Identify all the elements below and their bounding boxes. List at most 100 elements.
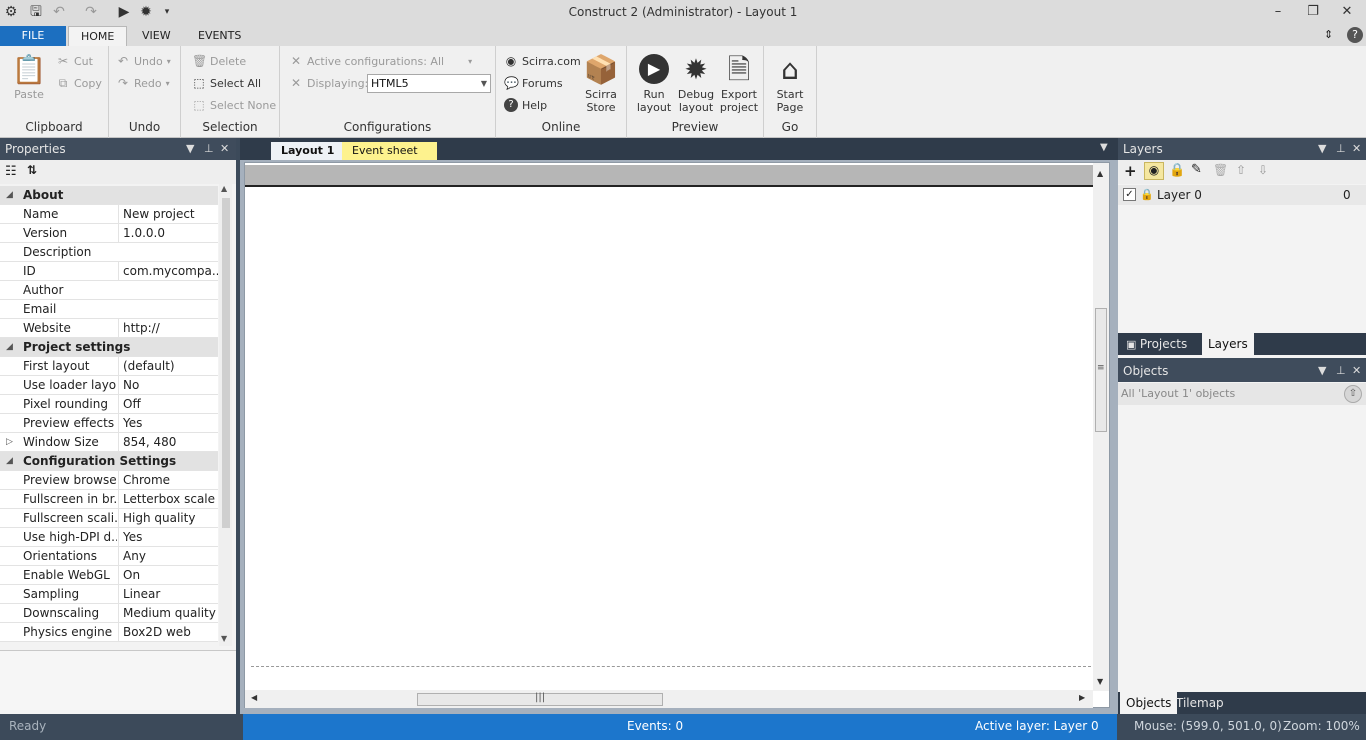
select-none-button[interactable]: ⬚ Select None [192,98,276,112]
export-project-button[interactable]: 🗎 Export project [719,52,759,114]
tab-event-sheet-1[interactable]: Event sheet 1 [342,142,437,175]
property-value[interactable]: Yes [118,414,218,433]
property-row[interactable]: ▷ Window Size 854, 480 [0,433,218,452]
panel-close-icon[interactable]: ✕ [1352,360,1361,382]
panel-menu-icon[interactable]: ▼ [1318,138,1326,160]
tab-projects[interactable]: ▣ Projects [1120,333,1193,355]
property-row[interactable]: Version 1.0.0.0 [0,224,218,243]
maximize-button[interactable]: ❐ [1299,3,1327,21]
horizontal-scrollbar[interactable]: ◀ ||| ▶ [245,690,1093,708]
scroll-up-icon[interactable]: ▲ [1097,169,1103,178]
tab-layers[interactable]: Layers [1202,333,1254,355]
property-value[interactable]: Letterbox scale [118,490,218,509]
property-value[interactable]: Box2D web [118,623,218,642]
property-row[interactable]: Use loader layo... No [0,376,218,395]
property-value[interactable]: Medium quality [118,604,218,623]
help-button[interactable]: ? [1347,27,1363,43]
property-category[interactable]: ◢ Project settings [0,338,218,357]
property-row[interactable]: Preview effects Yes [0,414,218,433]
layer-lock-icon[interactable]: 🔒 [1140,185,1154,205]
properties-scrollbar[interactable]: ▲ ▼ [219,184,232,646]
cut-button[interactable]: ✂ Cut [56,54,93,68]
move-down-icon[interactable]: ⇩ [1258,163,1268,177]
property-value[interactable]: On [118,566,218,585]
property-value[interactable]: High quality [118,509,218,528]
paste-button[interactable]: 📋 Paste [8,52,50,101]
debug-layout-button[interactable]: ✹ Debug layout [677,52,715,114]
property-row[interactable]: First layout (default) [0,357,218,376]
close-button[interactable]: ✕ [1333,3,1361,21]
add-layer-icon[interactable]: + [1124,162,1137,180]
property-row[interactable]: Sampling Linear [0,585,218,604]
property-row[interactable]: Name New project [0,205,218,224]
copy-button[interactable]: ⧉ Copy [56,76,102,90]
property-value[interactable]: http:// [118,319,218,338]
property-value[interactable]: New project [118,205,218,224]
tab-objects[interactable]: Objects [1120,692,1178,714]
property-row[interactable]: Fullscreen in br... Letterbox scale [0,490,218,509]
select-all-button[interactable]: ⬚ Select All [192,76,261,90]
property-row[interactable]: Enable WebGL On [0,566,218,585]
collapse-icon[interactable]: ◢ [6,338,13,357]
scirra-link[interactable]: ◉ Scirra.com [504,54,581,68]
property-value[interactable]: No [118,376,218,395]
run-layout-button[interactable]: ▶ Run layout [635,52,673,114]
active-configurations-button[interactable]: ✕ Active configurations: All ▾ [289,54,472,68]
sort-alpha-icon[interactable]: ⇅ [27,163,37,177]
edit-icon[interactable]: ✎ [1191,162,1202,177]
redo-button[interactable]: ↷ Redo ▾ [116,76,170,90]
property-value[interactable]: (default) [118,357,218,376]
property-row[interactable]: Fullscreen scali... High quality [0,509,218,528]
scroll-down-icon[interactable]: ▼ [221,634,227,643]
property-row[interactable]: Preview browser Chrome [0,471,218,490]
property-row[interactable]: Website http:// [0,319,218,338]
scroll-right-icon[interactable]: ▶ [1079,693,1085,702]
property-value[interactable]: Yes [118,528,218,547]
panel-close-icon[interactable]: ✕ [220,138,229,160]
property-row[interactable]: Author [0,281,218,300]
property-category[interactable]: ◢ About [0,186,218,205]
tab-tilemap[interactable]: Tilemap [1170,692,1230,714]
ribbon-collapse-icon[interactable]: ⇕ [1324,28,1333,41]
panel-menu-icon[interactable]: ▼ [186,138,194,160]
objects-filter[interactable]: All 'Layout 1' objects ⇧ [1118,383,1366,405]
pin-icon[interactable]: ⊥ [1336,360,1346,382]
property-row[interactable]: Use high-DPI d... Yes [0,528,218,547]
categorized-icon[interactable]: ☷ [5,164,17,179]
property-row[interactable]: Pixel rounding Off [0,395,218,414]
scirra-store-button[interactable]: 📦 Scirra Store [582,52,620,114]
tab-home[interactable]: HOME [68,26,128,47]
property-value[interactable]: com.mycompa... [118,262,218,281]
vertical-scroll-thumb[interactable]: ≡ [1095,308,1107,432]
property-value[interactable]: Linear [118,585,218,604]
tab-events[interactable]: EVENTS [186,26,253,46]
tab-list-icon[interactable]: ▼ [1100,142,1108,153]
property-value[interactable]: Chrome [118,471,218,490]
property-category[interactable]: ◢ Configuration Settings [0,452,218,471]
move-up-icon[interactable]: ⇧ [1236,163,1246,177]
property-value[interactable]: Off [118,395,218,414]
property-row[interactable]: Email [0,300,218,319]
lock-icon[interactable]: 🔒 [1169,163,1185,178]
property-value[interactable]: 854, 480 [118,433,218,452]
delete-button[interactable]: 🗑 Delete [192,54,246,68]
layer-row[interactable]: ✓ 🔒 Layer 0 0 [1118,185,1366,205]
property-row[interactable]: Downscaling Medium quality [0,604,218,623]
property-row[interactable]: ID com.mycompa... [0,262,218,281]
eye-icon[interactable]: ◉ [1144,162,1164,180]
minimize-button[interactable]: – [1264,3,1292,21]
forums-link[interactable]: 💬 Forums [504,76,563,90]
pin-icon[interactable]: ⊥ [204,138,214,160]
collapse-icon[interactable]: ◢ [6,186,13,205]
delete-layer-icon[interactable]: 🗑 [1213,163,1228,177]
help-link[interactable]: ? Help [504,98,547,112]
property-value[interactable]: 1.0.0.0 [118,224,218,243]
scroll-left-icon[interactable]: ◀ [251,693,257,702]
scroll-down-icon[interactable]: ▼ [1097,677,1103,686]
objects-up-icon[interactable]: ⇧ [1344,385,1362,403]
scroll-thumb[interactable] [222,198,230,528]
property-row[interactable]: Description [0,243,218,262]
property-value[interactable]: Any [118,547,218,566]
property-row[interactable]: Orientations Any [0,547,218,566]
pin-icon[interactable]: ⊥ [1336,138,1346,160]
